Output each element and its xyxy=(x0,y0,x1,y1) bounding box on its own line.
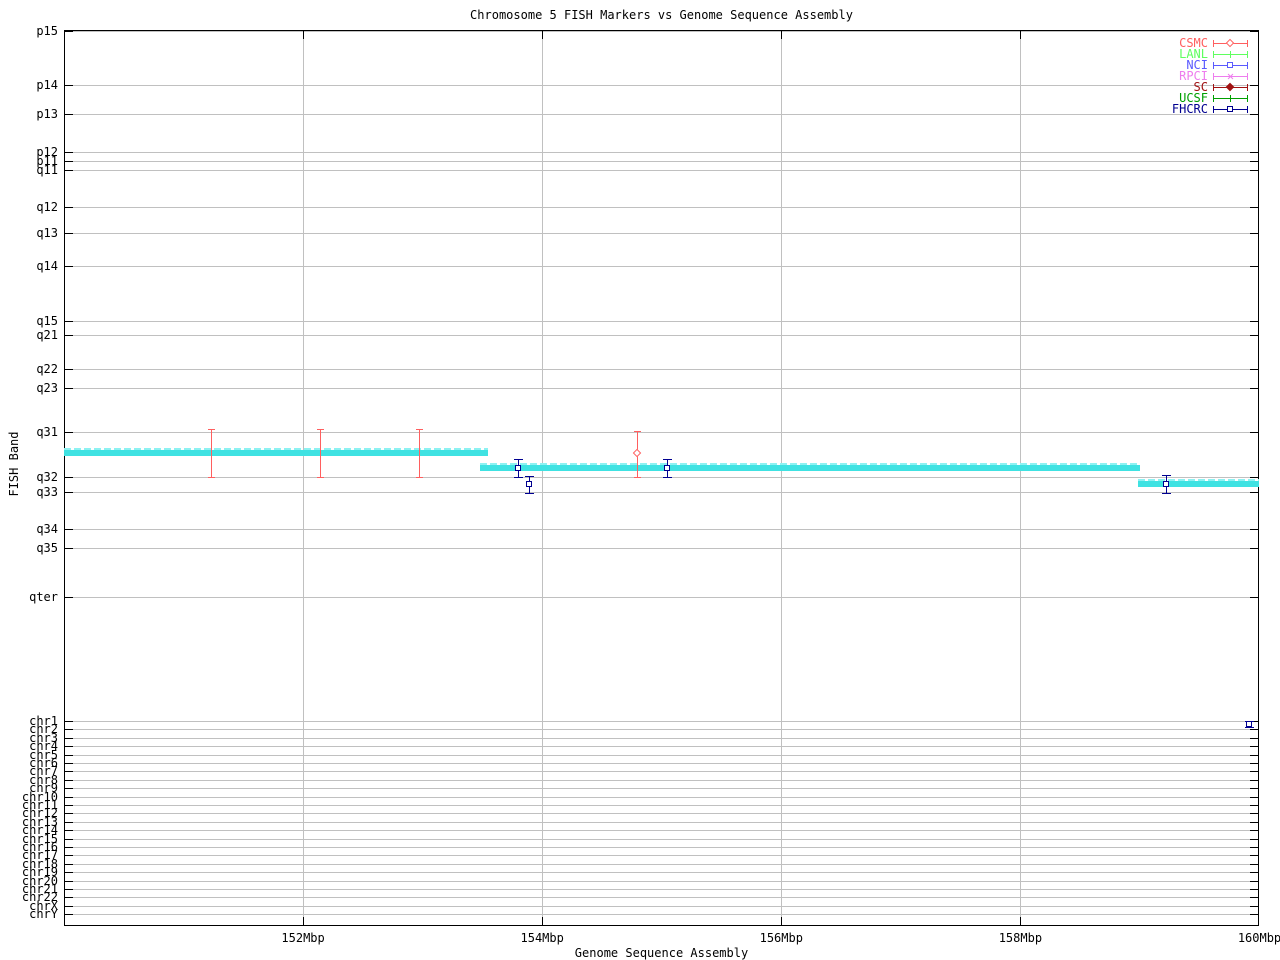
FHCRC-square-marker xyxy=(515,465,522,471)
CSMC-errorbar-cap xyxy=(416,429,424,430)
legend-sample-cap xyxy=(1247,106,1248,113)
CSMC-errorbar xyxy=(319,429,321,477)
ytick-label-chrY: chrY xyxy=(29,907,58,922)
FHCRC-errorbar-cap xyxy=(662,477,672,478)
ytick-label-q31: q31 xyxy=(36,425,58,439)
CSMC-errorbar-cap xyxy=(316,477,324,478)
xtick-label-160Mbp: 160Mbp xyxy=(1237,931,1280,945)
CSMC-errorbar xyxy=(419,429,421,477)
CSMC-errorbar-cap xyxy=(633,431,641,432)
ytick-label-q15: q15 xyxy=(36,314,58,328)
legend-sample-cap xyxy=(1213,51,1214,58)
ytick-label-q32: q32 xyxy=(36,470,58,484)
legend-sample-cap xyxy=(1247,40,1248,47)
ytick-label-q23: q23 xyxy=(36,381,58,395)
CSMC-errorbar-cap xyxy=(633,477,641,478)
legend-sample-cap xyxy=(1247,84,1248,91)
ytick-label-q33: q33 xyxy=(36,485,58,499)
xtick-label-158Mbp: 158Mbp xyxy=(998,931,1043,945)
CSMC-errorbar-cap xyxy=(416,477,424,478)
ytick-label-q34: q34 xyxy=(36,522,58,536)
ytick-label-q14: q14 xyxy=(36,259,58,273)
legend-label-FHCRC: FHCRC xyxy=(1171,102,1208,116)
FHCRC-errorbar-cap xyxy=(525,493,535,494)
FHCRC-square-marker xyxy=(1245,721,1252,727)
CSMC-errorbar-cap xyxy=(208,429,216,430)
FHCRC-errorbar-cap xyxy=(662,459,672,460)
FHCRC-errorbar-cap xyxy=(514,459,524,460)
assembly-band-body xyxy=(480,465,1140,471)
ytick-label-p13: p13 xyxy=(36,107,58,121)
legend-sample-cap xyxy=(1247,51,1248,58)
ytick-label-p15: p15 xyxy=(36,24,58,38)
CSMC-errorbar-cap xyxy=(208,477,216,478)
legend-UCSF-plus-marker xyxy=(1230,95,1231,102)
ytick-label-q13: q13 xyxy=(36,226,58,240)
legend-sample-cap xyxy=(1247,73,1248,80)
FHCRC-errorbar-cap xyxy=(1162,493,1172,494)
FHCRC-errorbar-cap xyxy=(514,477,524,478)
FHCRC-errorbar-cap xyxy=(1162,475,1172,476)
CSMC-errorbar-cap xyxy=(316,429,324,430)
legend-sample-cap xyxy=(1213,40,1214,47)
fish-marker-chart: Chromosome 5 FISH Markers vs Genome Sequ… xyxy=(0,0,1280,960)
ytick-label-q35: q35 xyxy=(36,541,58,555)
legend-sample-cap xyxy=(1213,62,1214,69)
CSMC-errorbar xyxy=(211,429,213,477)
FHCRC-square-marker xyxy=(663,465,670,471)
ytick-label-q22: q22 xyxy=(36,362,58,376)
x-axis-title: Genome Sequence Assembly xyxy=(574,946,749,960)
assembly-band-body xyxy=(1137,481,1260,487)
ytick-label-q12: q12 xyxy=(36,200,58,214)
legend-LANL-plus-marker xyxy=(1230,51,1231,58)
ytick-label-q21: q21 xyxy=(36,328,58,342)
xtick-label-154Mbp: 154Mbp xyxy=(520,931,564,945)
FHCRC-errorbar-cap xyxy=(1244,727,1254,728)
legend-sample-cap xyxy=(1213,95,1214,102)
FHCRC-square-marker xyxy=(526,481,533,487)
ytick-label-q11: q11 xyxy=(36,163,58,177)
legend-sample-cap xyxy=(1247,95,1248,102)
ytick-label-qter: qter xyxy=(29,590,58,604)
legend-NCI-square-marker xyxy=(1227,62,1233,68)
xtick-label-156Mbp: 156Mbp xyxy=(759,931,803,945)
legend-sample-cap xyxy=(1213,84,1214,91)
xtick-label-152Mbp: 152Mbp xyxy=(281,931,325,945)
legend-sample-cap xyxy=(1213,106,1214,113)
assembly-band-body xyxy=(64,450,489,456)
FHCRC-square-marker xyxy=(1163,481,1170,487)
legend-sample-cap xyxy=(1247,62,1248,69)
plot-border xyxy=(64,30,1259,926)
FHCRC-errorbar-cap xyxy=(525,476,535,477)
ytick-label-p14: p14 xyxy=(36,78,58,92)
legend-FHCRC-square-marker xyxy=(1227,106,1233,112)
legend-sample-cap xyxy=(1213,73,1214,80)
chart-title: Chromosome 5 FISH Markers vs Genome Sequ… xyxy=(470,8,853,22)
